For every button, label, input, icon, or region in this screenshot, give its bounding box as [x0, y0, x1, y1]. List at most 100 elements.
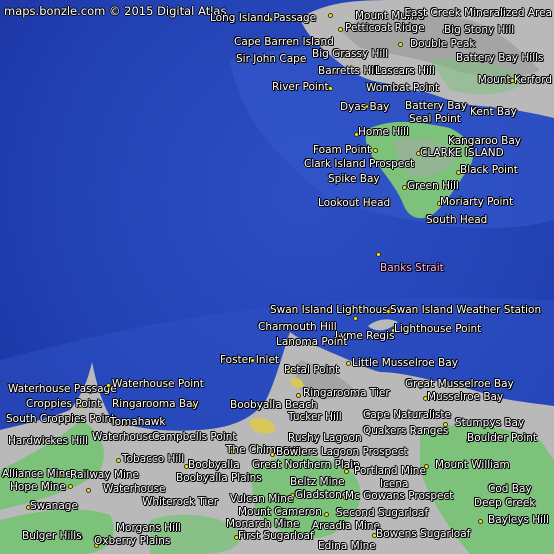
place-label[interactable]: Ringarooma Tier — [303, 387, 390, 399]
place-label[interactable]: Quakers Ranges — [363, 425, 448, 437]
place-label[interactable]: Tomahawk — [110, 416, 165, 428]
place-label[interactable]: Clark Island Prospect — [304, 158, 414, 170]
place-label[interactable]: Vulcan Mine — [230, 493, 293, 505]
place-label[interactable]: Stumpys Bay — [455, 417, 524, 429]
place-label[interactable]: Edina Mine — [318, 540, 376, 552]
place-label[interactable]: Cape Barren Island — [234, 36, 334, 48]
place-label[interactable]: Waterhouse Point — [112, 378, 204, 390]
place-label[interactable]: Monarch Mine — [226, 518, 300, 530]
place-label[interactable]: Barretts Hill — [318, 65, 380, 77]
place-label[interactable]: Cape Naturaliste — [363, 409, 451, 421]
place-marker[interactable] — [86, 488, 91, 493]
place-label[interactable]: South Croppies Point — [6, 413, 115, 425]
place-label[interactable]: Lookout Head — [318, 197, 390, 209]
place-marker[interactable] — [424, 464, 429, 469]
place-label[interactable]: Banks Strait — [380, 262, 444, 274]
place-label[interactable]: Swanage — [30, 500, 78, 512]
place-label[interactable]: Sir John Cape — [236, 53, 306, 65]
place-label[interactable]: Black Point — [460, 164, 518, 176]
place-label[interactable]: Campbells Point — [152, 431, 237, 443]
place-label[interactable]: Cod Bay — [488, 483, 532, 495]
place-marker[interactable] — [296, 393, 301, 398]
place-label[interactable]: Bowlers Lagoon Prospect — [276, 446, 408, 458]
place-label[interactable]: Tucker Hill — [288, 411, 342, 423]
place-label[interactable]: Boulder Point — [467, 432, 537, 444]
place-marker[interactable] — [346, 361, 351, 366]
place-label[interactable]: Lighthouse Point — [394, 323, 481, 335]
place-label[interactable]: Wombat Point — [366, 82, 439, 94]
place-label[interactable]: Waterhouse — [103, 483, 166, 495]
place-label[interactable]: Second Sugarloaf — [336, 507, 428, 519]
place-label[interactable]: Croppies Point — [26, 398, 101, 410]
place-label[interactable]: Boobyalla — [188, 459, 240, 471]
place-label[interactable]: Hardwickes Hill — [8, 435, 88, 447]
place-label[interactable]: Alliance Mine — [2, 468, 72, 480]
place-label[interactable]: East Creek Mineralized Area — [404, 7, 552, 19]
place-label[interactable]: First Sugarloaf — [238, 530, 314, 542]
place-label[interactable]: Gladstone — [295, 489, 348, 501]
place-label[interactable]: Bulger Hills — [22, 530, 82, 542]
place-marker[interactable] — [324, 512, 329, 517]
place-label[interactable]: Boobyalla Beach — [230, 399, 318, 411]
place-label[interactable]: Lanoma Point — [276, 336, 347, 348]
map-canvas[interactable]: maps.bonzle.com © 2015 Digital Atlas Lon… — [0, 0, 554, 554]
place-marker[interactable] — [376, 252, 381, 257]
place-label[interactable]: Foam Point — [313, 144, 371, 156]
place-label[interactable]: Home Hill — [358, 126, 409, 138]
place-label[interactable]: Beltz Mine — [290, 476, 345, 488]
place-label[interactable]: Portland Mine — [354, 465, 426, 477]
place-label[interactable]: Waterhouse Passage — [8, 383, 117, 395]
place-label[interactable]: Boobyalla Plains — [176, 472, 262, 484]
place-label[interactable]: Oxberry Plains — [94, 535, 170, 547]
place-label[interactable]: Double Peak — [410, 38, 475, 50]
place-label[interactable]: Ringarooma Bay — [112, 398, 199, 410]
place-label[interactable]: Dyas Bay — [340, 101, 389, 113]
place-label[interactable]: Tobacco Hill — [122, 453, 184, 465]
place-label[interactable]: South Head — [426, 214, 487, 226]
place-label[interactable]: Waterhouse — [92, 431, 155, 443]
place-label[interactable]: Green Hill — [407, 180, 459, 192]
place-marker[interactable] — [68, 484, 73, 489]
place-label[interactable]: Spike Bay — [328, 173, 380, 185]
place-marker[interactable] — [328, 13, 333, 18]
place-label[interactable]: Icena — [380, 478, 408, 490]
place-label[interactable]: Mount Cameron — [238, 506, 322, 518]
place-label[interactable]: Mc Gowans Prospect — [345, 490, 453, 502]
place-label[interactable]: River Point — [272, 81, 329, 93]
place-label[interactable]: Mount William — [435, 459, 510, 471]
place-label[interactable]: Deep Creek — [474, 497, 535, 509]
place-label[interactable]: Little Musselroe Bay — [352, 357, 458, 369]
place-label[interactable]: Foster Inlet — [220, 354, 279, 366]
place-label[interactable]: Hope Mine — [10, 481, 66, 493]
place-label[interactable]: Musselroe Bay — [427, 391, 503, 403]
place-label[interactable]: Rushy Lagoon — [288, 432, 362, 444]
place-marker[interactable] — [373, 148, 378, 153]
place-label[interactable]: Battery Bay Hills — [456, 52, 544, 64]
place-marker[interactable] — [338, 27, 343, 32]
place-marker[interactable] — [344, 469, 349, 474]
place-label[interactable]: CLARKE ISLAND — [420, 147, 504, 159]
place-label[interactable]: Arcadia Mine — [312, 520, 380, 532]
place-marker[interactable] — [353, 316, 358, 321]
place-label[interactable]: Whiterock Tier — [142, 496, 218, 508]
place-label[interactable]: Lascars Hill — [375, 65, 435, 77]
place-label[interactable]: Long Island Passage — [210, 12, 316, 24]
place-label[interactable]: Swan Island Lighthouse — [270, 304, 394, 316]
place-label[interactable]: Petal Point — [284, 364, 339, 376]
place-label[interactable]: Great Musselroe Bay — [405, 378, 514, 390]
place-label[interactable]: Big Stony Hill — [444, 24, 514, 36]
place-marker[interactable] — [478, 519, 483, 524]
place-label[interactable]: Mount Kerford — [478, 74, 552, 86]
place-label[interactable]: Kangaroo Bay — [448, 135, 521, 147]
place-label[interactable]: Petticoat Ridge — [345, 22, 425, 34]
place-label[interactable]: Bowens Sugarloaf — [376, 528, 470, 540]
place-marker[interactable] — [270, 452, 275, 457]
place-label[interactable]: Battery Bay — [405, 100, 467, 112]
place-label[interactable]: Big Grassy Hill — [312, 48, 388, 60]
place-marker[interactable] — [116, 458, 121, 463]
place-label[interactable]: Swan Island Weather Station — [390, 304, 541, 316]
place-label[interactable]: Railway Mine — [70, 469, 139, 481]
place-label[interactable]: Bayleys Hill — [488, 514, 549, 526]
place-marker[interactable] — [106, 383, 111, 388]
place-marker[interactable] — [398, 42, 403, 47]
